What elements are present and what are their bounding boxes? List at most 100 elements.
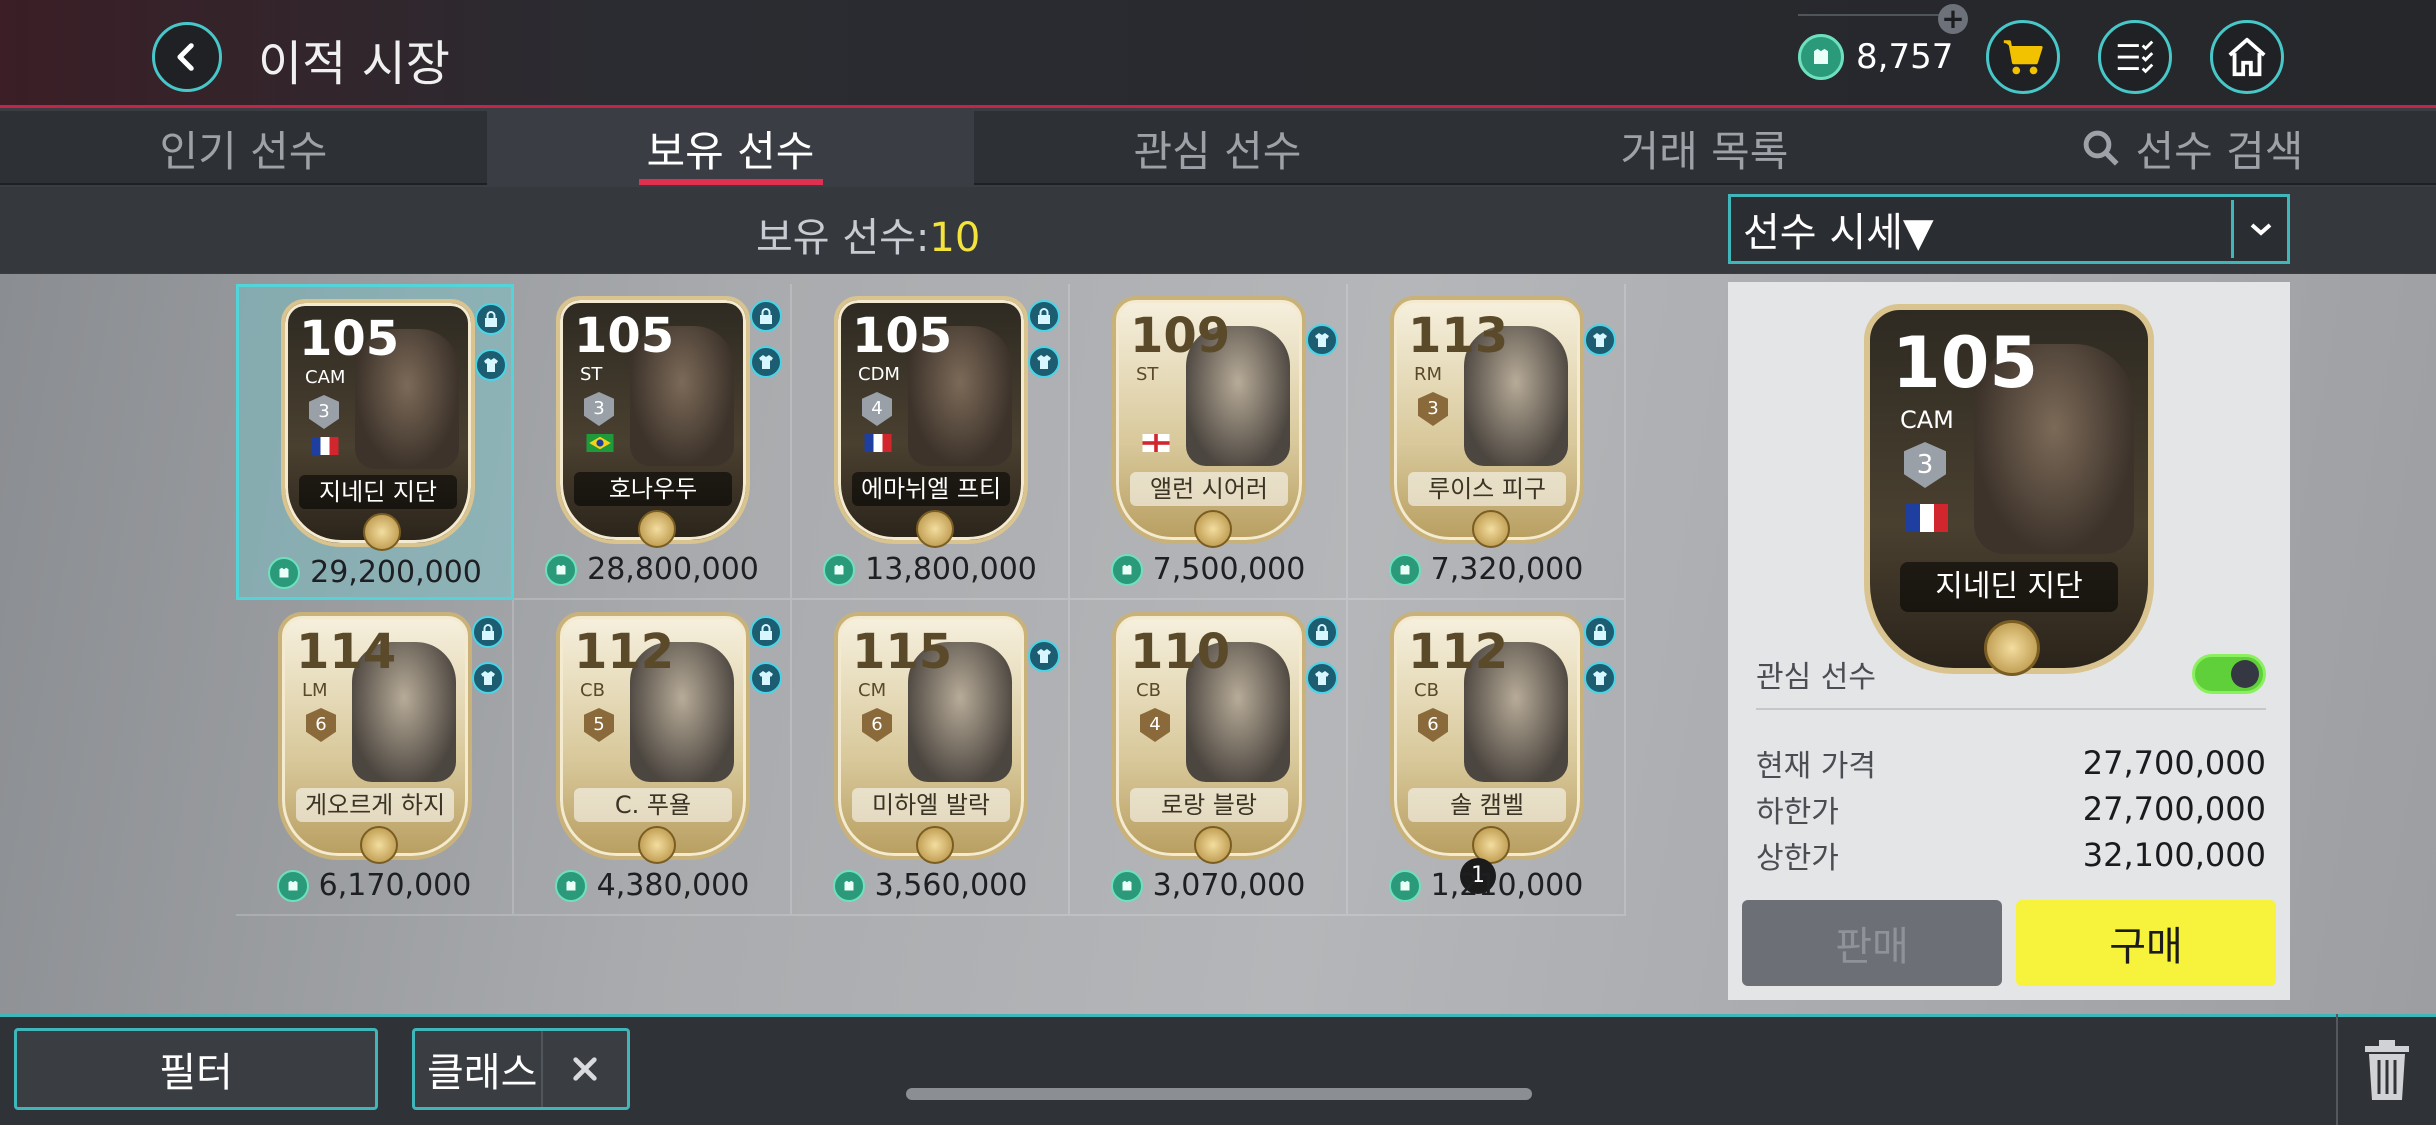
lock-icon	[472, 616, 504, 648]
price-info: 현재 가격 27,700,000 하한가 27,700,000 상한가 32,100,…	[1756, 740, 2266, 878]
filter-chip-class: 클래스	[412, 1028, 630, 1110]
card-position: ST	[1136, 364, 1159, 385]
card-player-name: 로랑 블랑	[1130, 788, 1288, 822]
card-level-badge: 3	[1418, 392, 1448, 426]
search-icon	[2083, 130, 2119, 166]
current-price-row: 현재 가격 27,700,000	[1756, 744, 2266, 784]
card-position: CB	[1414, 680, 1439, 701]
card-position: CDM	[858, 364, 900, 385]
card-player-name: 앨런 시어러	[1130, 472, 1288, 506]
player-cell[interactable]: 113 RM 3 루이스 피구 7,320,000	[1348, 284, 1626, 600]
player-card: 112 CB 6 솔 캠벨	[1390, 612, 1584, 864]
coin-icon	[554, 869, 587, 902]
card-position: CM	[858, 680, 887, 701]
close-icon[interactable]	[541, 1031, 627, 1107]
plus-icon[interactable]: +	[1938, 4, 1968, 34]
card-player-name: 미하엘 발락	[852, 788, 1010, 822]
coin-icon	[545, 553, 578, 586]
card-overall: 112	[1408, 624, 1509, 680]
price-value: 7,320,000	[1430, 552, 1584, 587]
player-cell[interactable]: 109 ST 앨런 시어러 7,500,000	[1070, 284, 1348, 600]
card-position: LM	[302, 680, 328, 701]
tab-watchlist[interactable]: 관심 선수	[974, 111, 1461, 185]
player-price: 13,800,000	[792, 552, 1068, 587]
player-cell[interactable]: 114 LM 6 게오르게 하지 6,170,000	[236, 600, 514, 916]
home-button[interactable]	[2210, 20, 2284, 94]
medal-icon	[363, 513, 401, 551]
trash-icon	[2365, 1039, 2409, 1100]
min-price-row: 하한가 27,700,000	[1756, 790, 2266, 830]
lock-icon	[750, 616, 782, 648]
jersey-icon	[472, 662, 504, 694]
jersey-icon	[750, 662, 782, 694]
jersey-icon	[1306, 324, 1338, 356]
cart-icon	[2003, 40, 2043, 75]
task-list-button[interactable]	[2098, 20, 2172, 94]
card-position: CB	[580, 680, 605, 701]
player-cell[interactable]: 105 CAM 3 지네딘 지단 29,200,000	[236, 284, 514, 600]
medal-icon	[638, 510, 676, 548]
player-price: 3,070,000	[1070, 868, 1346, 903]
player-card: 113 RM 3 루이스 피구	[1390, 296, 1584, 548]
page-title: 이적 시장	[258, 36, 450, 92]
coin-icon	[276, 869, 309, 902]
player-cell[interactable]: 112 CB 6 솔 캠벨 1 1,210,000	[1348, 600, 1626, 916]
cart-button[interactable]	[1986, 20, 2060, 94]
tab-player-search[interactable]: 선수 검색	[1948, 111, 2435, 185]
chevron-down-icon	[2231, 200, 2287, 258]
player-cell[interactable]: 105 CDM 4 에마뉘엘 프티 13,800,000	[792, 284, 1070, 600]
lock-icon	[1584, 616, 1616, 648]
lock-icon	[1306, 616, 1338, 648]
tab-trade-list[interactable]: 거래 목록	[1461, 111, 1948, 185]
sort-dropdown[interactable]: 선수 시세▼	[1728, 194, 2290, 264]
filter-button[interactable]: 필터	[14, 1028, 378, 1110]
max-price-row: 상한가 32,100,000	[1756, 836, 2266, 876]
player-cell[interactable]: 115 CM 6 미하엘 발락 3,560,000	[792, 600, 1070, 916]
trash-button[interactable]	[2336, 1014, 2436, 1125]
price-value: 7,500,000	[1152, 552, 1306, 587]
card-overall: 112	[574, 624, 675, 680]
sort-selected-label: 선수 시세▼	[1743, 210, 1934, 256]
currency-amount: 8,757	[1856, 37, 1954, 77]
player-price: 4,380,000	[514, 868, 790, 903]
card-overall: 105	[299, 311, 400, 367]
player-card: 115 CM 6 미하엘 발락	[834, 612, 1028, 864]
tab-popular[interactable]: 인기 선수	[0, 111, 487, 185]
card-player-name: 솔 캠벨	[1408, 788, 1566, 822]
sell-button[interactable]: 판매	[1742, 900, 2002, 986]
player-card: 105 CAM 3 지네딘 지단	[281, 299, 475, 551]
card-overall: 110	[1130, 624, 1231, 680]
card-player-name: 지네딘 지단	[1900, 562, 2118, 612]
player-cell[interactable]: 112 CB 5 C. 푸욜 4,380,000	[514, 600, 792, 916]
price-value: 29,200,000	[310, 555, 482, 590]
card-level-badge: 3	[1904, 442, 1946, 488]
player-price: 6,170,000	[236, 868, 512, 903]
player-detail-panel: 105 CAM 3 지네딘 지단 관심 선수 현재 가격 27,700,000 하…	[1728, 282, 2290, 1000]
brazil-flag-icon	[586, 434, 614, 452]
card-position: CAM	[305, 367, 346, 388]
coin-icon	[1388, 869, 1421, 902]
player-cell[interactable]: 110 CB 4 로랑 블랑 3,070,000	[1070, 600, 1348, 916]
card-player-name: 게오르게 하지	[296, 788, 454, 822]
card-overall: 105	[1892, 322, 2039, 404]
watch-label: 관심 선수	[1756, 660, 1876, 695]
price-value: 3,070,000	[1152, 868, 1306, 903]
player-card: 114 LM 6 게오르게 하지	[278, 612, 472, 864]
jersey-icon	[1028, 640, 1060, 672]
watch-toggle-row: 관심 선수	[1756, 650, 2266, 710]
back-icon	[177, 43, 194, 71]
currency-display[interactable]: 8,757	[1798, 14, 1960, 98]
medal-icon	[1472, 510, 1510, 548]
home-indicator[interactable]	[906, 1088, 1532, 1100]
player-price: 28,800,000	[514, 552, 790, 587]
player-cell[interactable]: 105 ST 3 호나우두 28,800,000	[514, 284, 792, 600]
back-button[interactable]	[152, 22, 222, 92]
card-overall: 109	[1130, 308, 1231, 364]
tab-owned[interactable]: 보유 선수	[487, 111, 974, 185]
lock-icon	[1028, 300, 1060, 332]
medal-icon	[916, 826, 954, 864]
watch-toggle[interactable]	[2192, 654, 2266, 694]
buy-button[interactable]: 구매	[2016, 900, 2276, 986]
list-check-icon	[2117, 40, 2154, 74]
price-value: 28,800,000	[587, 552, 759, 587]
